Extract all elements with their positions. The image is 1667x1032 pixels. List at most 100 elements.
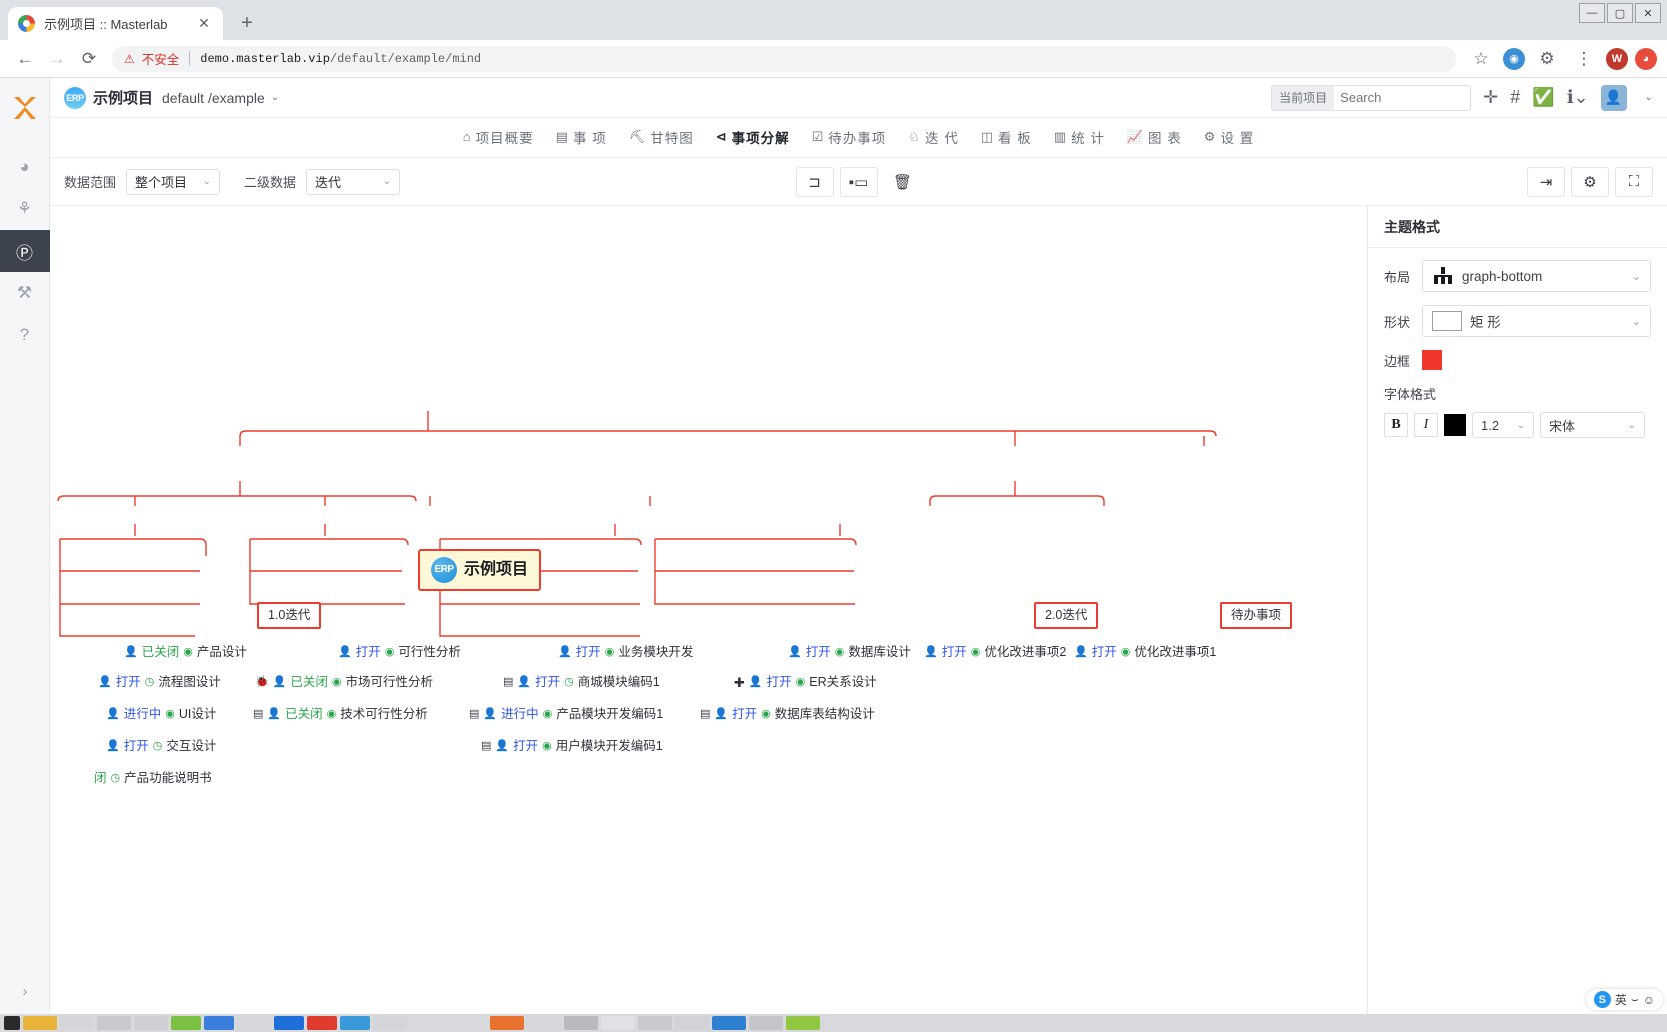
sidebar-item-dashboard[interactable]: ◕	[0, 146, 50, 188]
tab-iteration[interactable]: ♘ 迭 代	[908, 127, 958, 149]
settings-button[interactable]: ⚙	[1571, 166, 1609, 197]
taskbar-item[interactable]	[490, 1016, 524, 1030]
mindmap-canvas[interactable]: ERP 示例项目 1.0迭代 2.0迭代 待办事项 👤 已关闭 ◉ 产品设计 👤…	[50, 206, 1367, 1014]
bold-button[interactable]: B	[1384, 413, 1408, 437]
hash-icon[interactable]: #	[1510, 87, 1520, 108]
tab-settings[interactable]: ⚙ 设 置	[1204, 127, 1254, 149]
taskbar-item[interactable]	[60, 1016, 94, 1030]
font-size-select[interactable]: 1.2 ⌄	[1472, 412, 1534, 438]
mindmap-node-flowchart-design[interactable]: 👤 打开 ◷ 流程图设计	[98, 676, 221, 689]
taskbar-item[interactable]	[749, 1016, 783, 1030]
second-level-select[interactable]: 迭代 ⌄	[306, 168, 401, 195]
mindmap-node-mall-module-code[interactable]: ▤ 👤 打开 ◷ 商城模块编码1	[503, 676, 660, 689]
collapse-button[interactable]: ⊐	[795, 166, 834, 197]
bookmark-star-icon[interactable]: ☆	[1466, 44, 1496, 74]
search-input[interactable]	[1334, 90, 1471, 105]
taskbar-item[interactable]	[97, 1016, 131, 1030]
mindmap-node-tech-feasibility[interactable]: ▤ 👤 已关闭 ◉ 技术可行性分析	[253, 708, 428, 721]
sidebar-item-project[interactable]: Ⓟ	[0, 230, 50, 272]
add-icon[interactable]: ✛	[1483, 87, 1498, 108]
taskbar-item[interactable]	[237, 1016, 271, 1030]
mindmap-node-product-manual[interactable]: 闭 ◷ 产品功能说明书	[94, 772, 212, 785]
delete-button[interactable]: 🗑	[883, 166, 922, 197]
ime-face-icon[interactable]: ☺	[1643, 993, 1655, 1007]
forward-icon[interactable]: →	[42, 44, 72, 74]
check-circle-icon[interactable]: ✅	[1532, 87, 1554, 108]
taskbar-item[interactable]	[23, 1016, 57, 1030]
profile-avatar-icon[interactable]: W	[1606, 47, 1628, 70]
mindmap-node-improvement-1[interactable]: 👤 打开 ◉ 优化改进事项1	[1074, 646, 1216, 659]
mindmap-node-database-design[interactable]: 👤 打开 ◉ 数据库设计	[788, 646, 911, 659]
back-icon[interactable]: ←	[10, 44, 40, 74]
extension-puzzle-icon[interactable]: ⚙	[1532, 44, 1562, 74]
search-scope-label[interactable]: 当前项目	[1272, 85, 1335, 110]
taskbar-item[interactable]	[527, 1016, 561, 1030]
italic-button[interactable]: I	[1414, 413, 1438, 437]
reload-icon[interactable]: ⟳	[74, 44, 104, 74]
extension-icon-2[interactable]: ◕	[1635, 47, 1657, 70]
mindmap-node-interaction-design[interactable]: 👤 打开 ◷ 交互设计	[106, 740, 216, 753]
taskbar-item[interactable]	[675, 1016, 709, 1030]
browser-tab[interactable]: 示例项目 :: Masterlab ✕	[8, 7, 223, 40]
taskbar-item[interactable]	[564, 1016, 598, 1030]
tab-gantt[interactable]: ⛏ 甘特图	[629, 127, 694, 149]
layout-select[interactable]: graph-bottom ⌄	[1422, 260, 1651, 292]
ime-indicator[interactable]: S 英 ⌣ ☺	[1585, 989, 1663, 1010]
window-close-icon[interactable]: ✕	[1635, 3, 1661, 23]
mindmap-node-feasibility[interactable]: 👤 打开 ◉ 可行性分析	[338, 646, 461, 659]
tab-breakdown[interactable]: ⊲ 事项分解	[711, 127, 794, 160]
font-color-swatch[interactable]	[1444, 414, 1466, 436]
expand-button[interactable]: ▪▭	[839, 166, 878, 197]
taskbar-item[interactable]	[274, 1016, 304, 1030]
sidebar-item-help[interactable]: ?	[0, 314, 50, 356]
chevron-down-icon[interactable]: ⌄	[271, 92, 279, 103]
ime-mark-icon[interactable]: ⌣	[1631, 992, 1639, 1007]
export-button[interactable]: ⇥	[1527, 166, 1565, 197]
info-circle-icon[interactable]: ℹ⌄	[1567, 87, 1589, 108]
mindmap-node-business-module[interactable]: 👤 打开 ◉ 业务模块开发	[558, 646, 693, 659]
mindmap-node-user-module-code[interactable]: ▤ 👤 打开 ◉ 用户模块开发编码1	[481, 740, 663, 753]
fullscreen-button[interactable]: ⛶	[1615, 166, 1653, 197]
mindmap-iteration-node[interactable]: 2.0迭代	[1034, 602, 1099, 629]
ime-language-label[interactable]: 英	[1615, 991, 1627, 1008]
shape-select[interactable]: 矩 形 ⌄	[1422, 305, 1651, 337]
mindmap-node-db-table-design[interactable]: ▤ 👤 打开 ◉ 数据库表结构设计	[700, 708, 875, 721]
taskbar-item[interactable]	[601, 1016, 635, 1030]
taskbar-item[interactable]	[340, 1016, 370, 1030]
mindmap-iteration-node[interactable]: 1.0迭代	[257, 602, 322, 629]
mindmap-node-product-design[interactable]: 👤 已关闭 ◉ 产品设计	[124, 646, 247, 659]
tab-stats[interactable]: ▥ 统 计	[1054, 127, 1105, 149]
taskbar-item[interactable]	[204, 1016, 234, 1030]
more-menu-icon[interactable]: ⋮	[1569, 44, 1599, 74]
taskbar-item[interactable]	[134, 1016, 168, 1030]
taskbar-item[interactable]	[373, 1016, 407, 1030]
taskbar-item[interactable]	[307, 1016, 337, 1030]
close-icon[interactable]: ✕	[195, 15, 213, 33]
avatar[interactable]: 👤	[1600, 84, 1627, 111]
sidebar-expand-button[interactable]: ›	[0, 976, 50, 1006]
search-box[interactable]: 当前项目 🔍	[1271, 84, 1472, 111]
new-tab-button[interactable]: +	[233, 9, 261, 37]
mindmap-node-market-feasibility[interactable]: 🐞 👤 已关闭 ◉ 市场可行性分析	[255, 676, 433, 689]
mindmap-iteration-node[interactable]: 待办事项	[1220, 602, 1293, 629]
tab-todo[interactable]: ☑ 待办事项	[812, 127, 887, 149]
avatar-chevron-icon[interactable]: ⌄	[1645, 92, 1653, 103]
minimize-icon[interactable]: —	[1579, 3, 1605, 23]
mindmap-node-improvement-2[interactable]: 👤 打开 ◉ 优化改进事项2	[924, 646, 1066, 659]
tab-overview[interactable]: ⌂ 项目概要	[463, 127, 534, 149]
font-family-select[interactable]: 宋体 ⌄	[1540, 412, 1645, 438]
tab-board[interactable]: ◫ 看 板	[981, 127, 1032, 149]
sidebar-item-org[interactable]: ⚘	[0, 188, 50, 230]
mindmap-node-product-module-code[interactable]: ▤ 👤 进行中 ◉ 产品模块开发编码1	[469, 708, 663, 721]
mindmap-node-er-design[interactable]: ✚ 👤 打开 ◉ ER关系设计	[734, 676, 877, 689]
sidebar-item-tools[interactable]: ⚒	[0, 272, 50, 314]
taskbar-item[interactable]	[712, 1016, 746, 1030]
mindmap-node-ui-design[interactable]: 👤 进行中 ◉ UI设计	[106, 708, 216, 721]
taskbar-item[interactable]	[4, 1016, 20, 1030]
mindmap-root-node[interactable]: ERP 示例项目	[418, 549, 542, 591]
border-color-swatch[interactable]	[1422, 350, 1442, 370]
scope-select[interactable]: 整个项目 ⌄	[126, 168, 221, 195]
taskbar-item[interactable]	[638, 1016, 672, 1030]
extension-icon-1[interactable]: ◉	[1503, 47, 1525, 70]
taskbar-item[interactable]	[786, 1016, 820, 1030]
